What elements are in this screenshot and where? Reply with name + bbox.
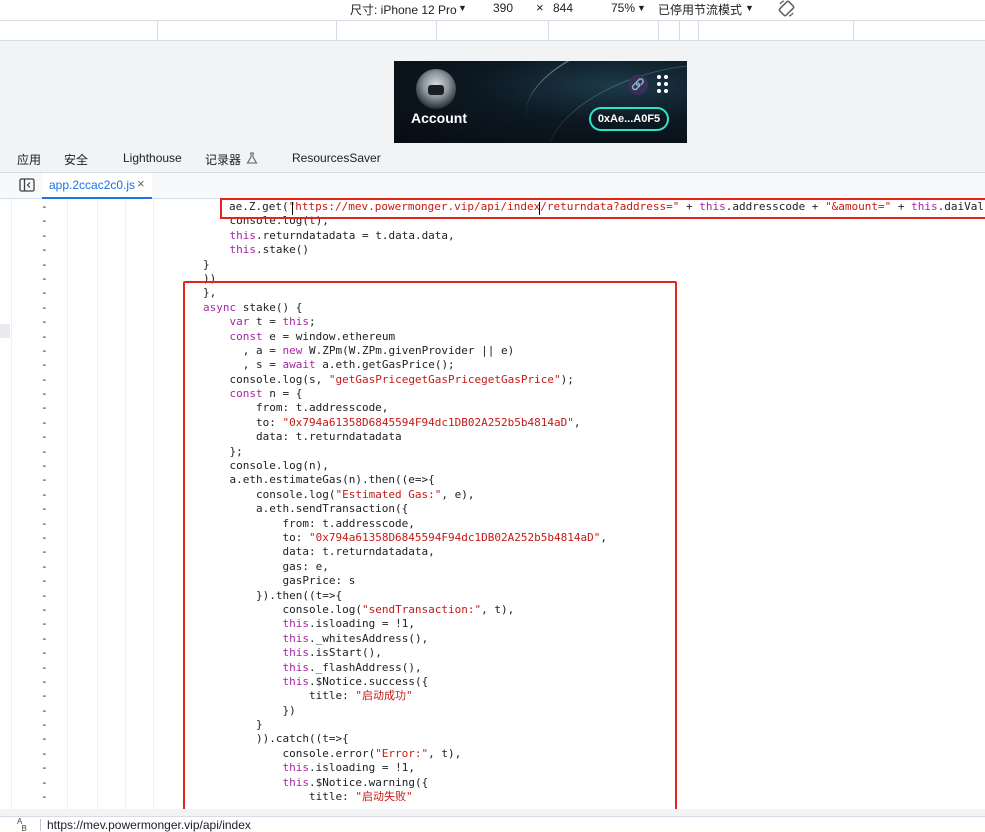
- menu-dots-icon[interactable]: [657, 75, 669, 93]
- chevron-down-icon[interactable]: ▼: [637, 3, 646, 13]
- device-size-select[interactable]: 尺寸: iPhone 12 Pro: [350, 1, 457, 18]
- dimension-separator: ×: [536, 0, 544, 15]
- text-caret: [292, 202, 293, 215]
- file-tab[interactable]: app.2ccac2c0.js ×: [42, 173, 152, 199]
- text-format-icon[interactable]: A B: [17, 818, 37, 832]
- file-tab-name: app.2ccac2c0.js: [49, 178, 136, 192]
- code-line: - this.stake(): [41, 243, 309, 257]
- text-caret: [539, 202, 540, 215]
- tab-application[interactable]: 应用: [17, 151, 41, 168]
- chevron-down-icon[interactable]: ▼: [458, 3, 467, 13]
- tab-recorder[interactable]: 记录器: [205, 151, 241, 168]
- viewport-height-input[interactable]: 844: [553, 1, 573, 15]
- account-title: Account: [411, 110, 467, 126]
- status-bar: A B https://mev.powermonger.vip/api/inde…: [0, 816, 985, 832]
- highlight-box-stake-function: [183, 281, 677, 811]
- rotate-icon[interactable]: [778, 0, 795, 17]
- horizontal-scrollbar[interactable]: [0, 809, 985, 816]
- media-query-bar[interactable]: [0, 20, 985, 41]
- device-toolbar: 尺寸: iPhone 12 Pro ▼ 390 × 844 75% ▼ 已停用节…: [0, 0, 985, 20]
- code-line: -}: [41, 257, 210, 271]
- wallet-address-button[interactable]: 0xAe...A0F5: [589, 107, 669, 131]
- beaker-icon: [246, 152, 258, 164]
- tab-security[interactable]: 安全: [64, 151, 88, 168]
- tab-resourcessaver[interactable]: ResourcesSaver: [292, 151, 381, 165]
- sidebar-toggle-icon[interactable]: [19, 178, 35, 192]
- status-url: https://mev.powermonger.vip/api/index: [47, 818, 251, 832]
- code-line: - this.returndatadata = t.data.data,: [41, 228, 455, 242]
- throttle-select[interactable]: 已停用节流模式: [658, 1, 742, 18]
- viewport-width-input[interactable]: 390: [493, 1, 513, 15]
- page-preview[interactable]: Account 🔗 0xAe...A0F5: [394, 61, 687, 143]
- devtools-panel-tabs: 应用 安全 Lighthouse 记录器 ResourcesSaver: [0, 145, 985, 173]
- link-icon[interactable]: 🔗: [628, 75, 648, 95]
- chevron-down-icon[interactable]: ▼: [745, 3, 754, 13]
- zoom-select[interactable]: 75%: [611, 1, 635, 15]
- close-icon[interactable]: ×: [137, 176, 145, 191]
- app-logo: [416, 69, 456, 109]
- tab-lighthouse[interactable]: Lighthouse: [123, 151, 182, 165]
- highlight-box-request: [220, 198, 985, 219]
